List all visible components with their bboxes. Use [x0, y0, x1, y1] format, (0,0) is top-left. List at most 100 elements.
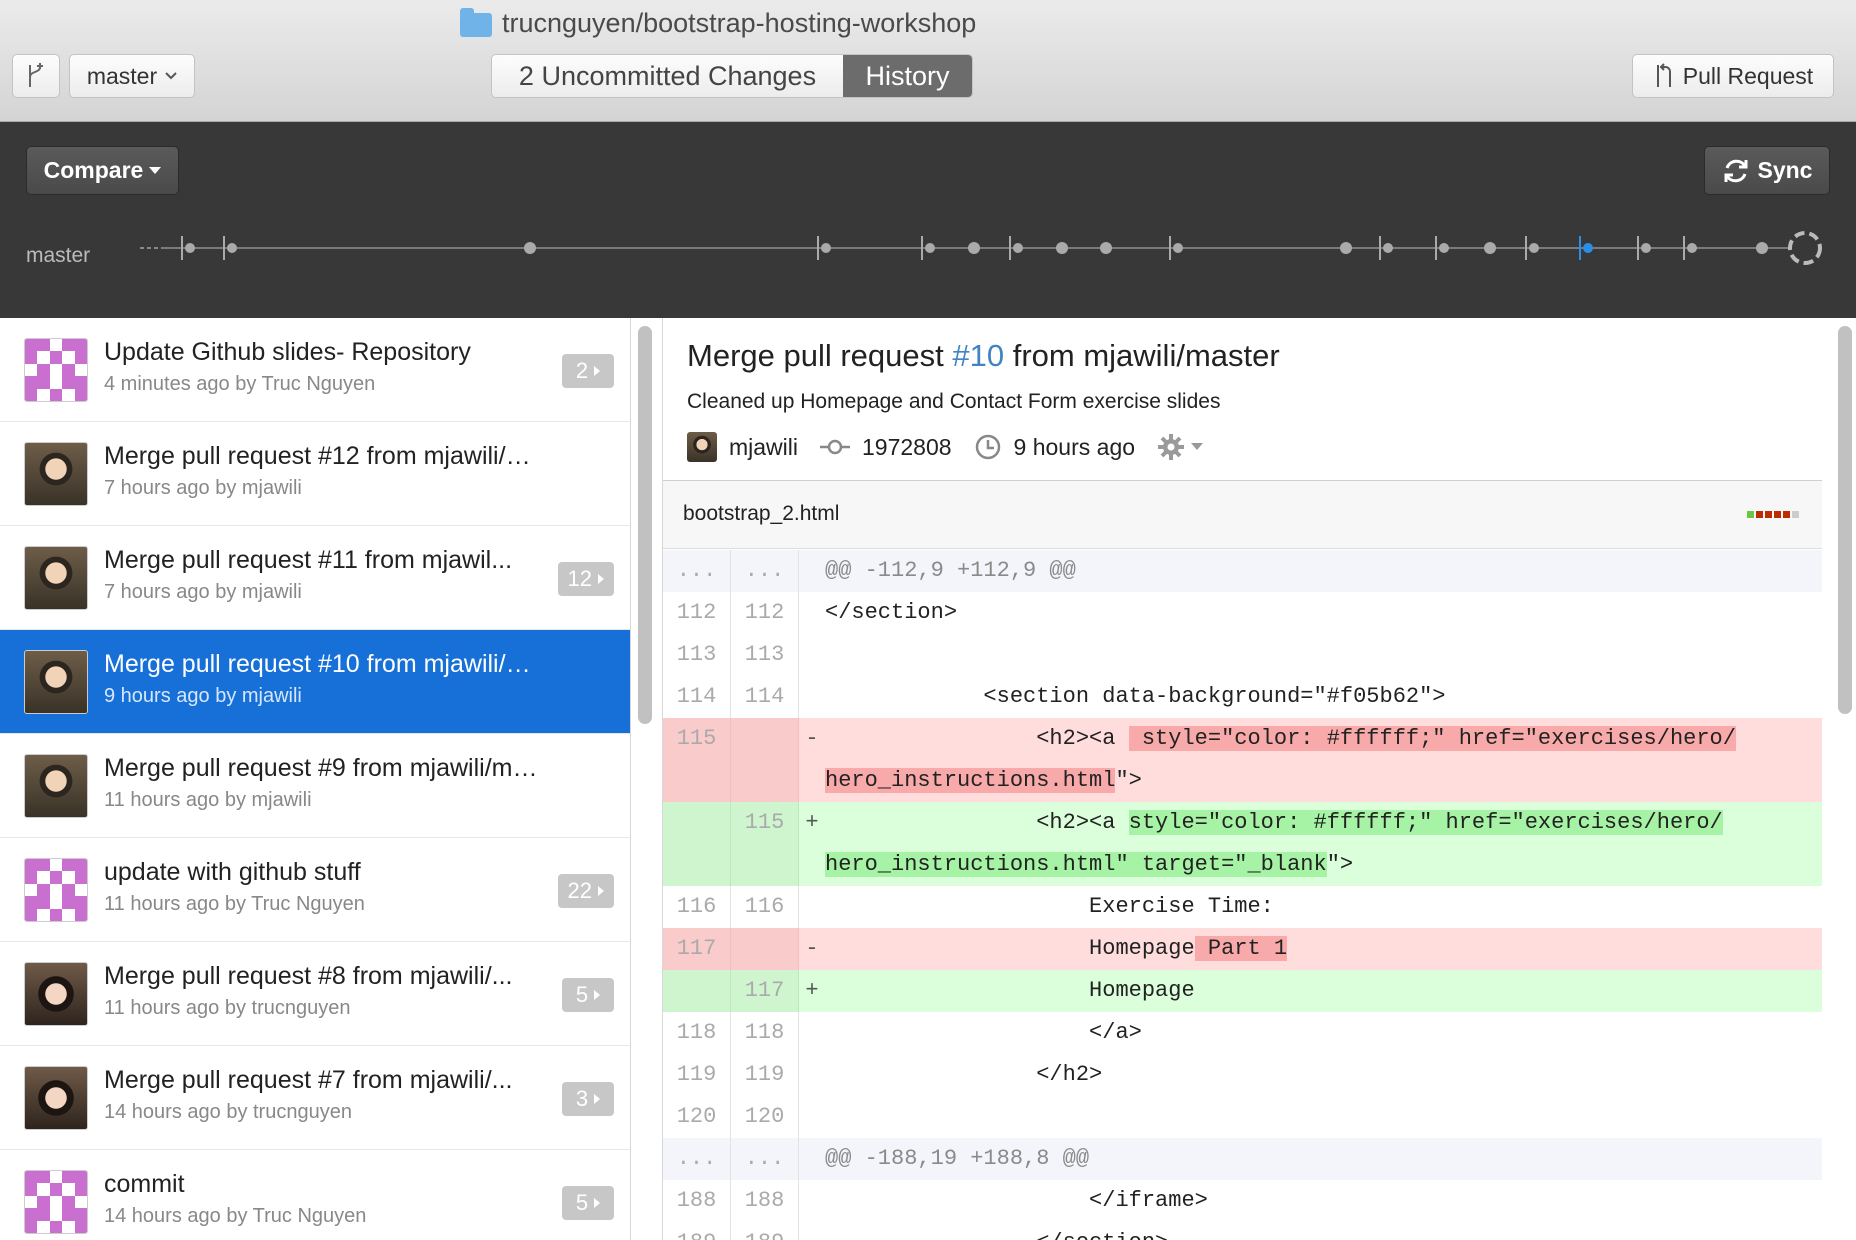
- view-tabs: 2 Uncommitted Changes History: [491, 54, 973, 98]
- commit-title: Merge pull request #10 from mjawili/mast…: [687, 338, 1280, 374]
- commit-row[interactable]: Merge pull request #11 from mjawil... 7 h…: [0, 526, 630, 630]
- commit-row-meta: 11 hours ago by Truc Nguyen: [104, 893, 365, 915]
- diff-code: @@ -112,9 +112,9 @@: [825, 558, 1076, 583]
- commit-text: Merge pull request #10 from mjawili/mast…: [104, 650, 544, 708]
- diff-sign: [799, 550, 825, 592]
- commit-node[interactable]: [1056, 242, 1068, 254]
- old-line-number: ...: [663, 1138, 731, 1180]
- avatar: [24, 754, 88, 818]
- diff-code: [825, 634, 1822, 676]
- new-line-number: 115: [731, 802, 799, 886]
- sync-button[interactable]: Sync: [1704, 146, 1830, 195]
- diff-line: 117 - Homepage Part 1: [663, 928, 1822, 970]
- commit-list-scrollbar[interactable]: [638, 326, 652, 724]
- commit-row[interactable]: Merge pull request #7 from mjawili/... 14…: [0, 1046, 630, 1150]
- commit-node[interactable]: [1484, 242, 1496, 254]
- commit-list: Update Github slides- Repository 4 minute…: [0, 318, 631, 1240]
- code-text: <h2><a: [825, 810, 1129, 835]
- caret-down-icon: [1191, 443, 1204, 450]
- commit-sha[interactable]: 1972808: [862, 434, 952, 461]
- tab-uncommitted-changes[interactable]: 2 Uncommitted Changes: [492, 55, 843, 97]
- commit-text: Update Github slides- Repository 4 minute…: [104, 338, 544, 396]
- commit-row-meta: 11 hours ago by trucnguyen: [104, 997, 351, 1019]
- new-line-number: [731, 718, 799, 802]
- chevron-down-icon: [165, 72, 177, 80]
- commit-row[interactable]: Merge pull request #12 from mjawili/mast…: [0, 422, 630, 526]
- branch-icon: [29, 63, 43, 87]
- pull-request-link[interactable]: #10: [952, 338, 1004, 373]
- diff-sign: [799, 1138, 825, 1180]
- changed-text: Part 1: [1194, 936, 1288, 961]
- history-graph-panel: Compare Sync master: [0, 122, 1856, 318]
- commit-icon: [820, 439, 850, 455]
- caret-down-icon: [149, 166, 162, 174]
- branch-select[interactable]: master: [69, 54, 195, 98]
- tab-history[interactable]: History: [843, 55, 972, 97]
- diff-line: 117 + Homepage: [663, 970, 1822, 1012]
- diff-sign: [799, 1096, 825, 1138]
- commit-description: Cleaned up Homepage and Contact Form exe…: [687, 390, 1221, 413]
- diff-line: 188 188 </iframe>: [663, 1180, 1822, 1222]
- code-text: <h2><a: [825, 726, 1129, 751]
- uncommitted-node[interactable]: [1788, 231, 1822, 265]
- pull-request-label: Pull Request: [1682, 62, 1814, 89]
- commit-timeline[interactable]: [140, 226, 1830, 270]
- file-count-badge[interactable]: 12: [557, 562, 614, 596]
- commit-row[interactable]: commit 14 hours ago by Truc Nguyen 5: [0, 1150, 630, 1240]
- commit-row-meta: 14 hours ago by trucnguyen: [104, 1101, 352, 1123]
- code-text: Homepage: [825, 978, 1195, 1003]
- new-line-number: 114: [731, 676, 799, 718]
- detail-scrollbar[interactable]: [1838, 326, 1852, 714]
- new-line-number: 189: [731, 1222, 799, 1240]
- commit-node[interactable]: [1340, 242, 1352, 254]
- commit-row-meta: 14 hours ago by Truc Nguyen: [104, 1205, 367, 1227]
- commit-row[interactable]: Update Github slides- Repository 4 minute…: [0, 318, 630, 422]
- old-line-number: 112: [663, 592, 731, 634]
- commit-row-title: Merge pull request #11 from mjawil...: [104, 546, 513, 574]
- file-name: bootstrap_2.html: [683, 502, 840, 525]
- file-count-badge[interactable]: 22: [557, 874, 614, 908]
- folder-icon: [460, 7, 492, 37]
- pull-request-icon: [1656, 63, 1671, 87]
- diff-line: 189189 </section>: [663, 1222, 1822, 1240]
- diff-sign: +: [805, 810, 819, 835]
- compare-label: Compare: [43, 157, 144, 183]
- old-line-number: 188: [663, 1180, 731, 1222]
- new-line-number: 118: [731, 1012, 799, 1054]
- commit-node[interactable]: [1100, 242, 1112, 254]
- avatar: [24, 338, 88, 402]
- old-line-number: 117: [663, 928, 731, 970]
- old-line-number: 120: [663, 1096, 731, 1138]
- commit-row-meta: 4 minutes ago by Truc Nguyen: [104, 373, 376, 395]
- commit-row-meta: 11 hours ago by mjawili: [104, 789, 312, 811]
- file-count-badge[interactable]: 5: [562, 1186, 614, 1220]
- branch-button[interactable]: [12, 54, 60, 98]
- diff-view: ...... @@ -112,9 +112,9 @@ 112 112 </section…: [663, 550, 1822, 1240]
- old-line-number: 113: [663, 634, 731, 676]
- settings-menu[interactable]: [1157, 433, 1204, 461]
- commit-text: update with github stuff 11 hours ago by …: [104, 858, 544, 916]
- commit-row[interactable]: Merge pull request #8 from mjawili/... 11…: [0, 942, 630, 1046]
- file-count-badge[interactable]: 3: [562, 1082, 614, 1116]
- commit-node[interactable]: [968, 242, 980, 254]
- diff-sign: -: [805, 726, 819, 751]
- avatar: [24, 1170, 88, 1234]
- timeline-branch-label: master: [26, 244, 91, 267]
- diff-sign: [799, 1222, 825, 1240]
- commit-row[interactable]: Merge pull request #10 from mjawili/mast…: [0, 630, 630, 734]
- file-header[interactable]: bootstrap_2.html: [663, 481, 1822, 549]
- commit-row[interactable]: update with github stuff 11 hours ago by …: [0, 838, 630, 942]
- commit-node[interactable]: [1756, 242, 1768, 254]
- compare-button[interactable]: Compare: [26, 146, 179, 195]
- changed-text: hero_instructions.html: [825, 768, 1116, 793]
- commit-row[interactable]: Merge pull request #9 from mjawili/maste…: [0, 734, 630, 838]
- file-count-badge[interactable]: 5: [562, 978, 614, 1012]
- file-count-badge[interactable]: 2: [562, 354, 614, 388]
- new-line-number: [731, 928, 799, 970]
- commit-text: Merge pull request #9 from mjawili/maste…: [104, 754, 544, 812]
- commit-node[interactable]: [524, 242, 536, 254]
- diffstat-bar: [1747, 511, 1799, 518]
- diff-code: Exercise Time:: [825, 894, 1274, 919]
- pull-request-button[interactable]: Pull Request: [1632, 54, 1834, 98]
- new-line-number: 188: [731, 1180, 799, 1222]
